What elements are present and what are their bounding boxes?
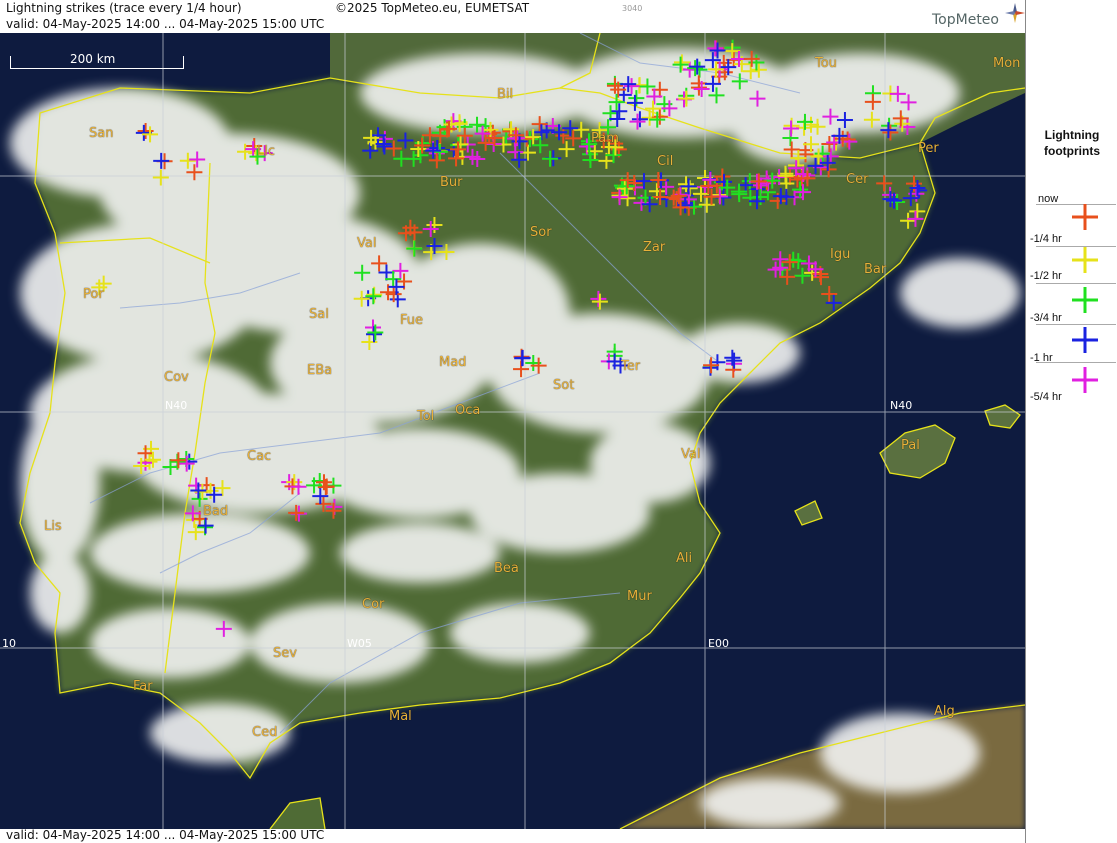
city-label: Cer xyxy=(846,172,869,187)
city-label: Sev xyxy=(273,646,297,661)
city-label: Far xyxy=(133,679,153,694)
city-label: Zar xyxy=(643,240,666,255)
legend-label: -1/2 hr xyxy=(1030,270,1062,282)
city-label: Val xyxy=(681,447,701,462)
city-label: Bar xyxy=(864,262,887,277)
city-label: San xyxy=(89,126,114,141)
satellite-map[interactable]: 200 km N40 N40 W05 E00 10 Bil Tou Mon Sa… xyxy=(0,33,1025,829)
compass-logo-icon xyxy=(1005,3,1025,23)
valid-time: valid: 04-May-2025 14:00 ... 04-May-2025… xyxy=(6,17,325,31)
city-label: Per xyxy=(918,141,939,156)
legend-cross-icon xyxy=(1072,327,1098,353)
city-label: Pam xyxy=(591,131,619,146)
legend-label: -3/4 hr xyxy=(1030,312,1062,324)
city-label: Fue xyxy=(400,313,424,328)
legend-panel: Lightning footprints now -1/4 hr -1/2 hr… xyxy=(1025,0,1117,843)
city-label: Igu xyxy=(830,247,851,262)
city-label: Pal xyxy=(901,438,920,453)
city-label: EBa xyxy=(307,363,333,378)
city-label: Bur xyxy=(440,175,463,190)
legend-cross-icon xyxy=(1072,204,1098,230)
city-label: Bea xyxy=(494,561,519,576)
copyright: ©2025 TopMeteo.eu, EUMETSAT xyxy=(335,1,530,15)
footer-valid-time: valid: 04-May-2025 14:00 ... 04-May-2025… xyxy=(6,828,325,842)
city-label: Tol xyxy=(417,409,435,424)
map-canvas xyxy=(0,33,1025,829)
grid-label-n40-west: N40 xyxy=(165,399,188,412)
city-label: Llc xyxy=(257,144,276,159)
city-label: Ali xyxy=(676,551,693,566)
city-label: Por xyxy=(83,287,104,302)
city-label: Bil xyxy=(497,87,514,102)
city-label: Bad xyxy=(203,504,229,519)
grid-label-w10: 10 xyxy=(2,637,16,650)
city-label: Lis xyxy=(44,519,62,534)
city-label: Mad xyxy=(439,355,467,370)
city-label: Sal xyxy=(309,307,329,322)
grid-label-e00: E00 xyxy=(708,637,729,650)
city-label: Tou xyxy=(815,56,837,71)
grid-label-w05: W05 xyxy=(347,637,372,650)
legend-cross-icon xyxy=(1072,287,1098,313)
city-label: Ter xyxy=(621,359,641,374)
city-label: Alg xyxy=(934,704,955,719)
city-label: Oca xyxy=(455,403,481,418)
legend-label: -5/4 hr xyxy=(1030,391,1062,403)
scale-label: 200 km xyxy=(70,52,116,66)
legend-divider xyxy=(1036,362,1116,363)
city-label: Cor xyxy=(362,597,385,612)
city-label: Mal xyxy=(389,709,412,724)
header-bar: Lightning strikes (trace every 1/4 hour)… xyxy=(0,0,1025,33)
city-label: Mon xyxy=(993,56,1021,71)
legend-label: -1/4 hr xyxy=(1030,233,1062,245)
map-code: 3040 xyxy=(622,4,643,13)
footer-bar: valid: 04-May-2025 14:00 ... 04-May-2025… xyxy=(0,828,1025,843)
map-title: Lightning strikes (trace every 1/4 hour) xyxy=(6,1,242,15)
legend-title-line2: footprints xyxy=(1044,144,1100,158)
grid-label-n40-east: N40 xyxy=(890,399,913,412)
city-label: Cil xyxy=(657,154,674,169)
city-label: Cac xyxy=(247,449,272,464)
topmeteo-logo: TopMeteo xyxy=(932,12,999,28)
city-label: Val xyxy=(357,236,377,251)
legend-cross-icon xyxy=(1072,367,1098,393)
legend-divider xyxy=(1036,283,1116,284)
city-label: Mur xyxy=(627,589,652,604)
city-label: Ced xyxy=(252,725,278,740)
legend-cross-icon xyxy=(1072,247,1098,273)
legend-title-line1: Lightning xyxy=(1044,128,1100,142)
city-label: Sot xyxy=(553,378,575,393)
city-label: Sor xyxy=(530,225,552,240)
city-label: Cov xyxy=(164,370,189,385)
